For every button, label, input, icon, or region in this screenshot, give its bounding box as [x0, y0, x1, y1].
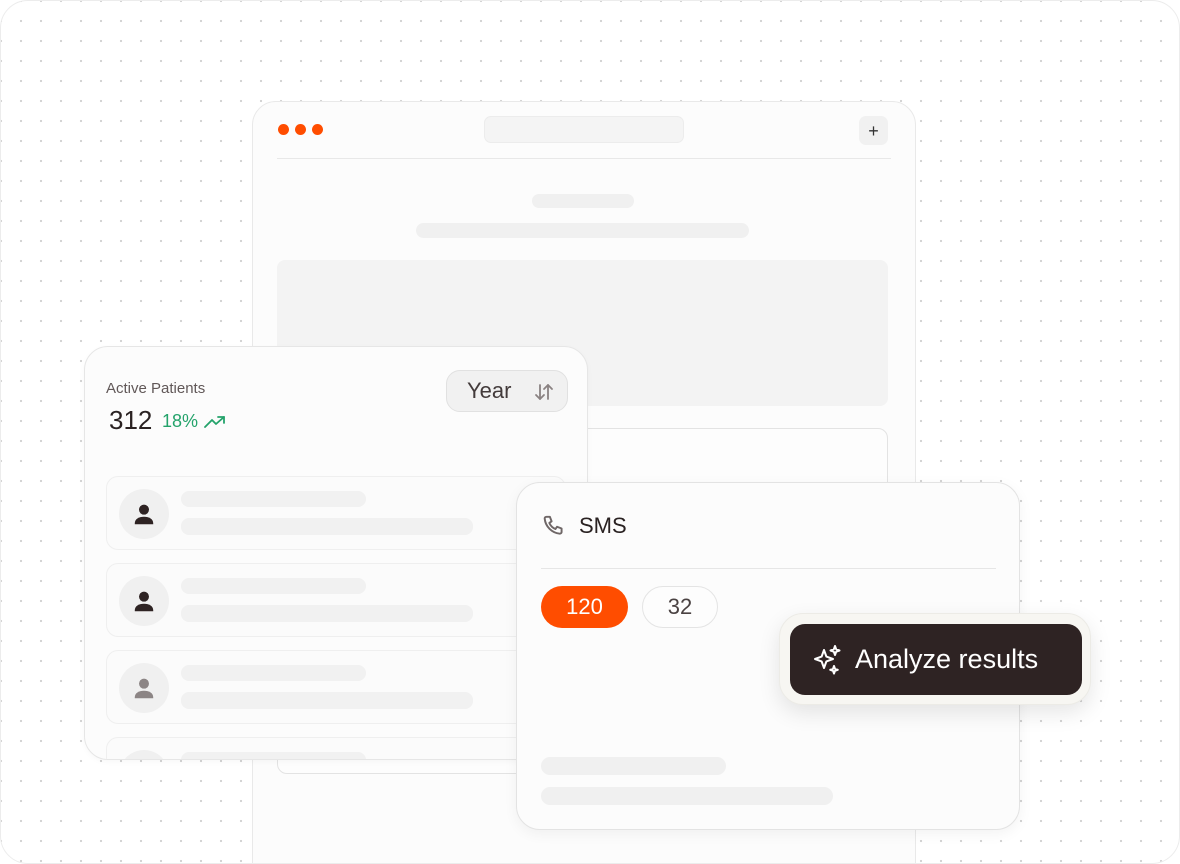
skeleton-line — [181, 578, 366, 594]
active-patients-card: Active Patients 312 18% Year — [84, 346, 588, 760]
address-bar[interactable] — [484, 116, 684, 143]
patient-count: 312 — [109, 405, 153, 435]
period-select-value: Year — [467, 378, 512, 403]
dotted-canvas: + Active Patients 312 18% Year SMS 120 3… — [0, 0, 1180, 864]
window-dot-2[interactable] — [295, 124, 306, 135]
sms-divider — [541, 568, 996, 569]
sparkles-icon — [814, 644, 841, 675]
avatar — [119, 489, 169, 539]
growth-percent: 18% — [162, 411, 199, 431]
avatar — [119, 750, 169, 759]
plus-icon: + — [868, 120, 879, 141]
patient-row[interactable] — [106, 476, 566, 550]
skeleton-line — [181, 491, 366, 507]
skeleton-line — [181, 605, 473, 622]
patient-row[interactable] — [106, 650, 566, 724]
window-dot-3[interactable] — [312, 124, 323, 135]
user-icon — [134, 591, 154, 612]
avatar — [119, 576, 169, 626]
growth-indicator: 18% — [162, 411, 226, 432]
patient-row[interactable] — [106, 563, 566, 637]
analyze-button-container: Analyze results — [779, 613, 1091, 705]
skeleton-line — [541, 787, 833, 805]
user-icon — [134, 504, 154, 525]
skeleton-line — [541, 757, 726, 775]
period-select[interactable]: Year — [446, 370, 568, 412]
analyze-results-label: Analyze results — [855, 644, 1039, 674]
skeleton-heading — [532, 194, 634, 208]
card-title: Active Patients — [106, 380, 206, 397]
sms-header: SMS — [541, 513, 627, 539]
toolbar-divider — [277, 158, 891, 159]
skeleton-line — [181, 518, 473, 535]
window-controls — [278, 124, 323, 135]
skeleton-subheading — [416, 223, 749, 238]
patient-row[interactable] — [106, 737, 566, 759]
trending-up-icon — [204, 415, 225, 428]
avatar — [119, 663, 169, 713]
analyze-results-button[interactable]: Analyze results — [790, 624, 1082, 695]
sort-arrows-icon — [535, 384, 553, 400]
window-dot-1[interactable] — [278, 124, 289, 135]
skeleton-line — [181, 692, 473, 709]
phone-icon — [543, 515, 563, 535]
count-pill-active[interactable]: 120 — [541, 586, 628, 628]
sms-title: SMS — [579, 513, 627, 538]
skeleton-line — [181, 752, 366, 759]
user-icon — [134, 678, 154, 699]
new-tab-button[interactable]: + — [859, 116, 888, 145]
count-pill[interactable]: 32 — [642, 586, 718, 628]
skeleton-line — [181, 665, 366, 681]
